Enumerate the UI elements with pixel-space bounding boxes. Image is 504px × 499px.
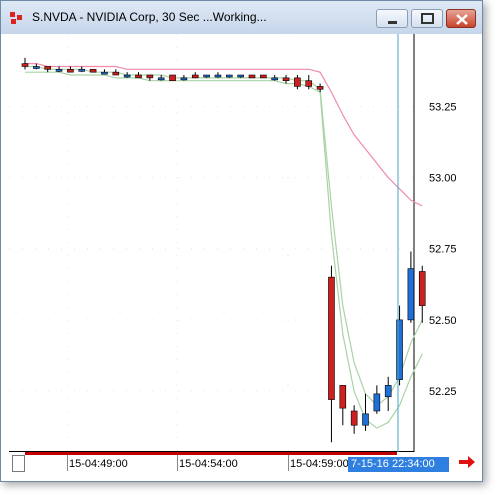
candle-body bbox=[339, 385, 347, 409]
window-title: S.NVDA - NVIDIA Corp, 30 Sec ...Working.… bbox=[32, 10, 267, 24]
price-tick-label: 53.00 bbox=[429, 173, 457, 185]
candle-body bbox=[157, 77, 165, 81]
candle-body bbox=[112, 71, 120, 76]
candle-body bbox=[316, 86, 324, 90]
scroll-track[interactable] bbox=[25, 452, 397, 455]
candle-body bbox=[169, 74, 176, 82]
candle-body bbox=[294, 77, 301, 87]
time-axis[interactable]: 15-04:49:00 15-04:54:00 15-04:59:00 7-15… bbox=[9, 452, 476, 474]
candle-body bbox=[21, 63, 29, 67]
candle-body bbox=[135, 74, 142, 79]
candle-body bbox=[67, 69, 74, 73]
maximize-icon bbox=[421, 13, 434, 24]
candle-body bbox=[328, 276, 335, 400]
candle-body bbox=[203, 74, 210, 78]
candle-body bbox=[33, 66, 40, 69]
candle-body bbox=[407, 268, 415, 321]
candle-body bbox=[180, 77, 188, 81]
app-logo-icon bbox=[10, 12, 22, 24]
scroll-thumb[interactable] bbox=[12, 455, 25, 472]
minimize-icon bbox=[388, 21, 397, 24]
candle-body bbox=[146, 74, 154, 79]
time-tick bbox=[67, 455, 68, 471]
price-tick-label: 53.25 bbox=[429, 101, 457, 113]
candle-body bbox=[226, 74, 233, 78]
cursor-time-label: 7-15-16 22:34:00 bbox=[348, 457, 449, 472]
chart-window: S.NVDA - NVIDIA Corp, 30 Sec ...Working.… bbox=[0, 0, 483, 482]
candle-body bbox=[44, 66, 52, 70]
moving-average-line-green bbox=[25, 71, 423, 429]
candle-body bbox=[418, 271, 426, 306]
price-tick-label: 52.50 bbox=[429, 315, 457, 327]
price-chart[interactable]: 53.25 53.00 52.75 52.50 52.25 bbox=[9, 34, 474, 452]
minimize-button[interactable] bbox=[376, 9, 408, 28]
candle-body bbox=[248, 74, 256, 79]
time-tick bbox=[288, 455, 289, 471]
candle-body bbox=[89, 69, 97, 73]
title-bar[interactable]: S.NVDA - NVIDIA Corp, 30 Sec ...Working.… bbox=[1, 1, 482, 34]
candle-body bbox=[396, 319, 403, 380]
candle-body bbox=[362, 413, 369, 426]
time-label: 15-04:54:00 bbox=[179, 458, 238, 470]
candle-body bbox=[260, 74, 267, 79]
close-button[interactable] bbox=[446, 9, 476, 28]
candle-body bbox=[101, 71, 108, 75]
moving-average-line-pink bbox=[25, 63, 423, 207]
candle-body bbox=[271, 77, 279, 81]
scroll-right-arrow-icon[interactable] bbox=[458, 455, 476, 469]
candle-body bbox=[237, 74, 244, 78]
maximize-button[interactable] bbox=[411, 9, 443, 28]
candle-body bbox=[214, 74, 222, 78]
candle-body bbox=[282, 77, 290, 82]
candle-body bbox=[191, 74, 199, 79]
moving-average-line-green bbox=[25, 65, 423, 407]
candle-body bbox=[384, 385, 392, 398]
time-label: 15-04:59:00 bbox=[290, 458, 349, 470]
price-tick-label: 52.25 bbox=[429, 386, 457, 398]
candle-body bbox=[305, 80, 313, 87]
candle-body bbox=[78, 69, 86, 72]
price-tick-label: 52.75 bbox=[429, 244, 457, 256]
time-tick bbox=[177, 455, 178, 471]
candle-body bbox=[350, 410, 358, 426]
candle-body bbox=[373, 393, 381, 412]
close-icon bbox=[456, 14, 468, 25]
candle-body bbox=[123, 74, 131, 78]
time-label: 15-04:49:00 bbox=[69, 458, 128, 470]
candle-body bbox=[55, 69, 63, 72]
